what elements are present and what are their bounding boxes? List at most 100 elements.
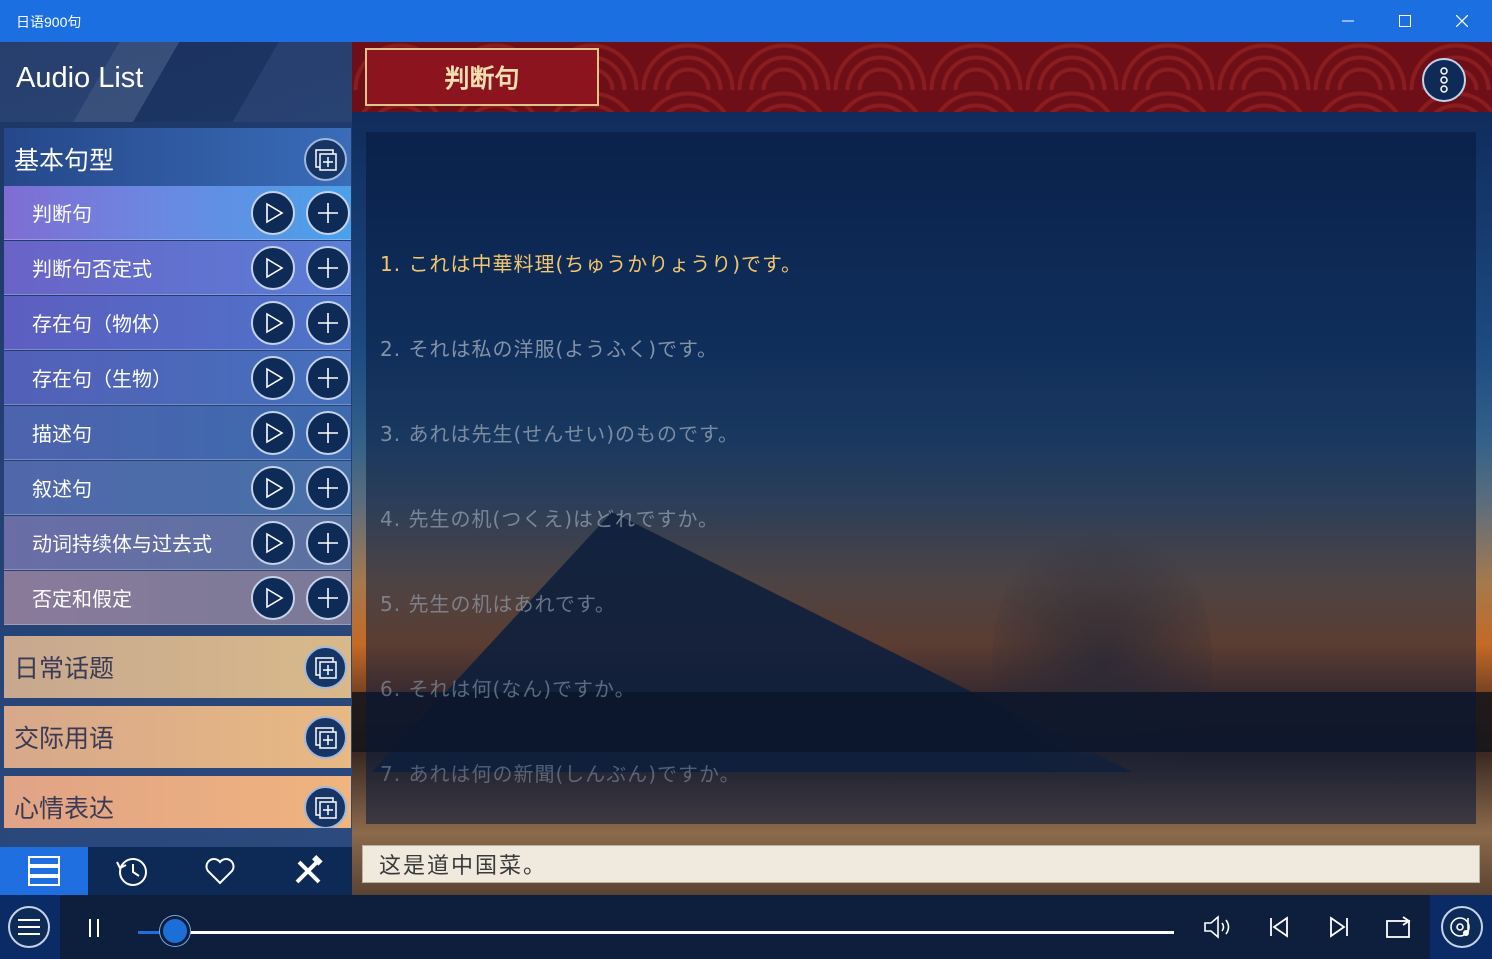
play-button[interactable] [251,576,295,620]
pause-button[interactable] [78,913,110,943]
now-playing-button[interactable] [1441,906,1483,948]
group-label: 交际用语 [14,724,115,753]
volume-button[interactable] [1200,911,1236,943]
close-button[interactable] [1434,0,1490,42]
sentence-panel[interactable]: 1. これは中華料理(ちゅうかりょうり)です。 2. それは私の洋服(ようふく)… [366,132,1476,824]
audio-list[interactable]: 基本句型 判断句 判断句否定式 存在句（物体） 存在句（生物） 描述句 叙述句 … [4,122,351,828]
group-header-emotions[interactable]: 心情表达 [4,776,351,828]
translation-text: 这是道中国菜。 [379,854,548,879]
player-bar [0,895,1492,959]
play-icon [266,312,284,334]
lesson-title: 判断句 [444,64,520,93]
music-disc-icon [1450,917,1470,937]
previous-button[interactable] [1262,911,1296,943]
list-item[interactable]: 判断句 [4,186,351,240]
add-button[interactable] [306,191,350,235]
favorite-icon [205,858,235,885]
title-bar: 日语900句 [0,0,1492,42]
add-button[interactable] [306,466,350,510]
list-item[interactable]: 叙述句 [4,461,351,515]
group-label: 基本句型 [14,146,115,175]
minimize-button[interactable] [1320,0,1376,42]
sentence-6[interactable]: 6. それは何(なん)ですか。 [380,673,636,702]
add-button[interactable] [306,521,350,565]
nav-favorite-button[interactable] [176,847,264,895]
menu-button[interactable] [8,906,50,948]
sentence-3[interactable]: 3. あれは先生(せんせい)のものです。 [380,418,739,447]
play-button[interactable] [251,356,295,400]
more-options-button[interactable] [1422,58,1466,102]
add-button[interactable] [306,301,350,345]
list-item[interactable]: 存在句（生物） [4,351,351,405]
add-to-playlist-icon [314,796,337,819]
add-to-playlist-icon [314,148,337,171]
background-scene: 1. これは中華料理(ちゅうかりょうり)です。 2. それは私の洋服(ようふく)… [352,112,1492,895]
app-window: 日语900句 Audio List 基本句型 判断句 判断句否定式 存在句（物体… [0,0,1492,959]
item-label: 存在句（生物） [32,367,172,391]
list-item[interactable]: 动词持续体与过去式 [4,516,351,570]
close-icon [1456,15,1468,27]
nav-history-button[interactable] [88,847,176,895]
play-button[interactable] [251,466,295,510]
sentence-5[interactable]: 5. 先生の机はあれです。 [380,588,616,617]
nav-tools-button[interactable] [264,847,352,895]
list-item[interactable]: 判断句否定式 [4,241,351,295]
add-button[interactable] [306,411,350,455]
progress-track[interactable] [138,931,1174,934]
item-label: 叙述句 [32,477,92,501]
add-button[interactable] [306,356,350,400]
sentence-2[interactable]: 2. それは私の洋服(ようふく)です。 [380,333,718,362]
hamburger-menu-icon [18,919,40,935]
list-item[interactable]: 否定和假定 [4,571,351,625]
more-vertical-icon [1440,67,1448,93]
play-button[interactable] [251,301,295,345]
play-button[interactable] [251,411,295,455]
group-label: 日常话题 [14,654,115,683]
play-button[interactable] [251,246,295,290]
sentence-4[interactable]: 4. 先生の机(つくえ)はどれですか。 [380,503,719,532]
list-icon [28,856,60,886]
play-icon [266,422,284,444]
lesson-banner: 判断句 [352,42,1492,112]
play-icon [266,367,284,389]
item-label: 存在句（物体） [32,312,172,336]
plus-icon [318,368,338,388]
add-button[interactable] [306,576,350,620]
add-group-button[interactable] [304,716,347,759]
item-label: 判断句 [32,202,92,226]
sentence-1[interactable]: 1. これは中華料理(ちゅうかりょうり)です。 [380,248,802,277]
next-button[interactable] [1322,911,1356,943]
add-group-button[interactable] [304,646,347,689]
add-button[interactable] [306,246,350,290]
plus-icon [318,313,338,333]
plus-icon [318,478,338,498]
translation-bar: 这是道中国菜。 [362,845,1480,883]
app-title: 日语900句 [16,14,82,30]
add-group-button[interactable] [304,786,347,828]
audio-list-pane: Audio List 基本句型 判断句 判断句否定式 存在句（物体） 存在句（生… [0,42,352,895]
add-to-playlist-icon [314,656,337,679]
skip-previous-icon [1270,916,1288,938]
plus-icon [318,423,338,443]
list-item[interactable]: 存在句（物体） [4,296,351,350]
group-header-social-phrases[interactable]: 交际用语 [4,706,351,768]
nav-list-button[interactable] [0,847,88,895]
play-icon [266,202,284,224]
bottom-nav [0,847,352,895]
progress-knob[interactable] [160,916,191,946]
repeat-icon [1386,916,1411,938]
list-item[interactable]: 描述句 [4,406,351,460]
history-icon [116,858,147,886]
repeat-mode-button[interactable] [1382,911,1416,943]
add-to-playlist-icon [314,726,337,749]
play-button[interactable] [251,521,295,565]
sentence-7[interactable]: 7. あれは何の新聞(しんぶん)ですか。 [380,758,741,787]
add-group-button[interactable] [304,138,347,181]
play-button[interactable] [251,191,295,235]
group-label: 心情表达 [14,794,115,823]
minimize-icon [1342,20,1354,22]
group-header-basic-sentences[interactable]: 基本句型 [4,128,351,190]
maximize-button[interactable] [1377,0,1433,42]
play-icon [266,257,284,279]
group-header-daily-topics[interactable]: 日常话题 [4,636,351,698]
